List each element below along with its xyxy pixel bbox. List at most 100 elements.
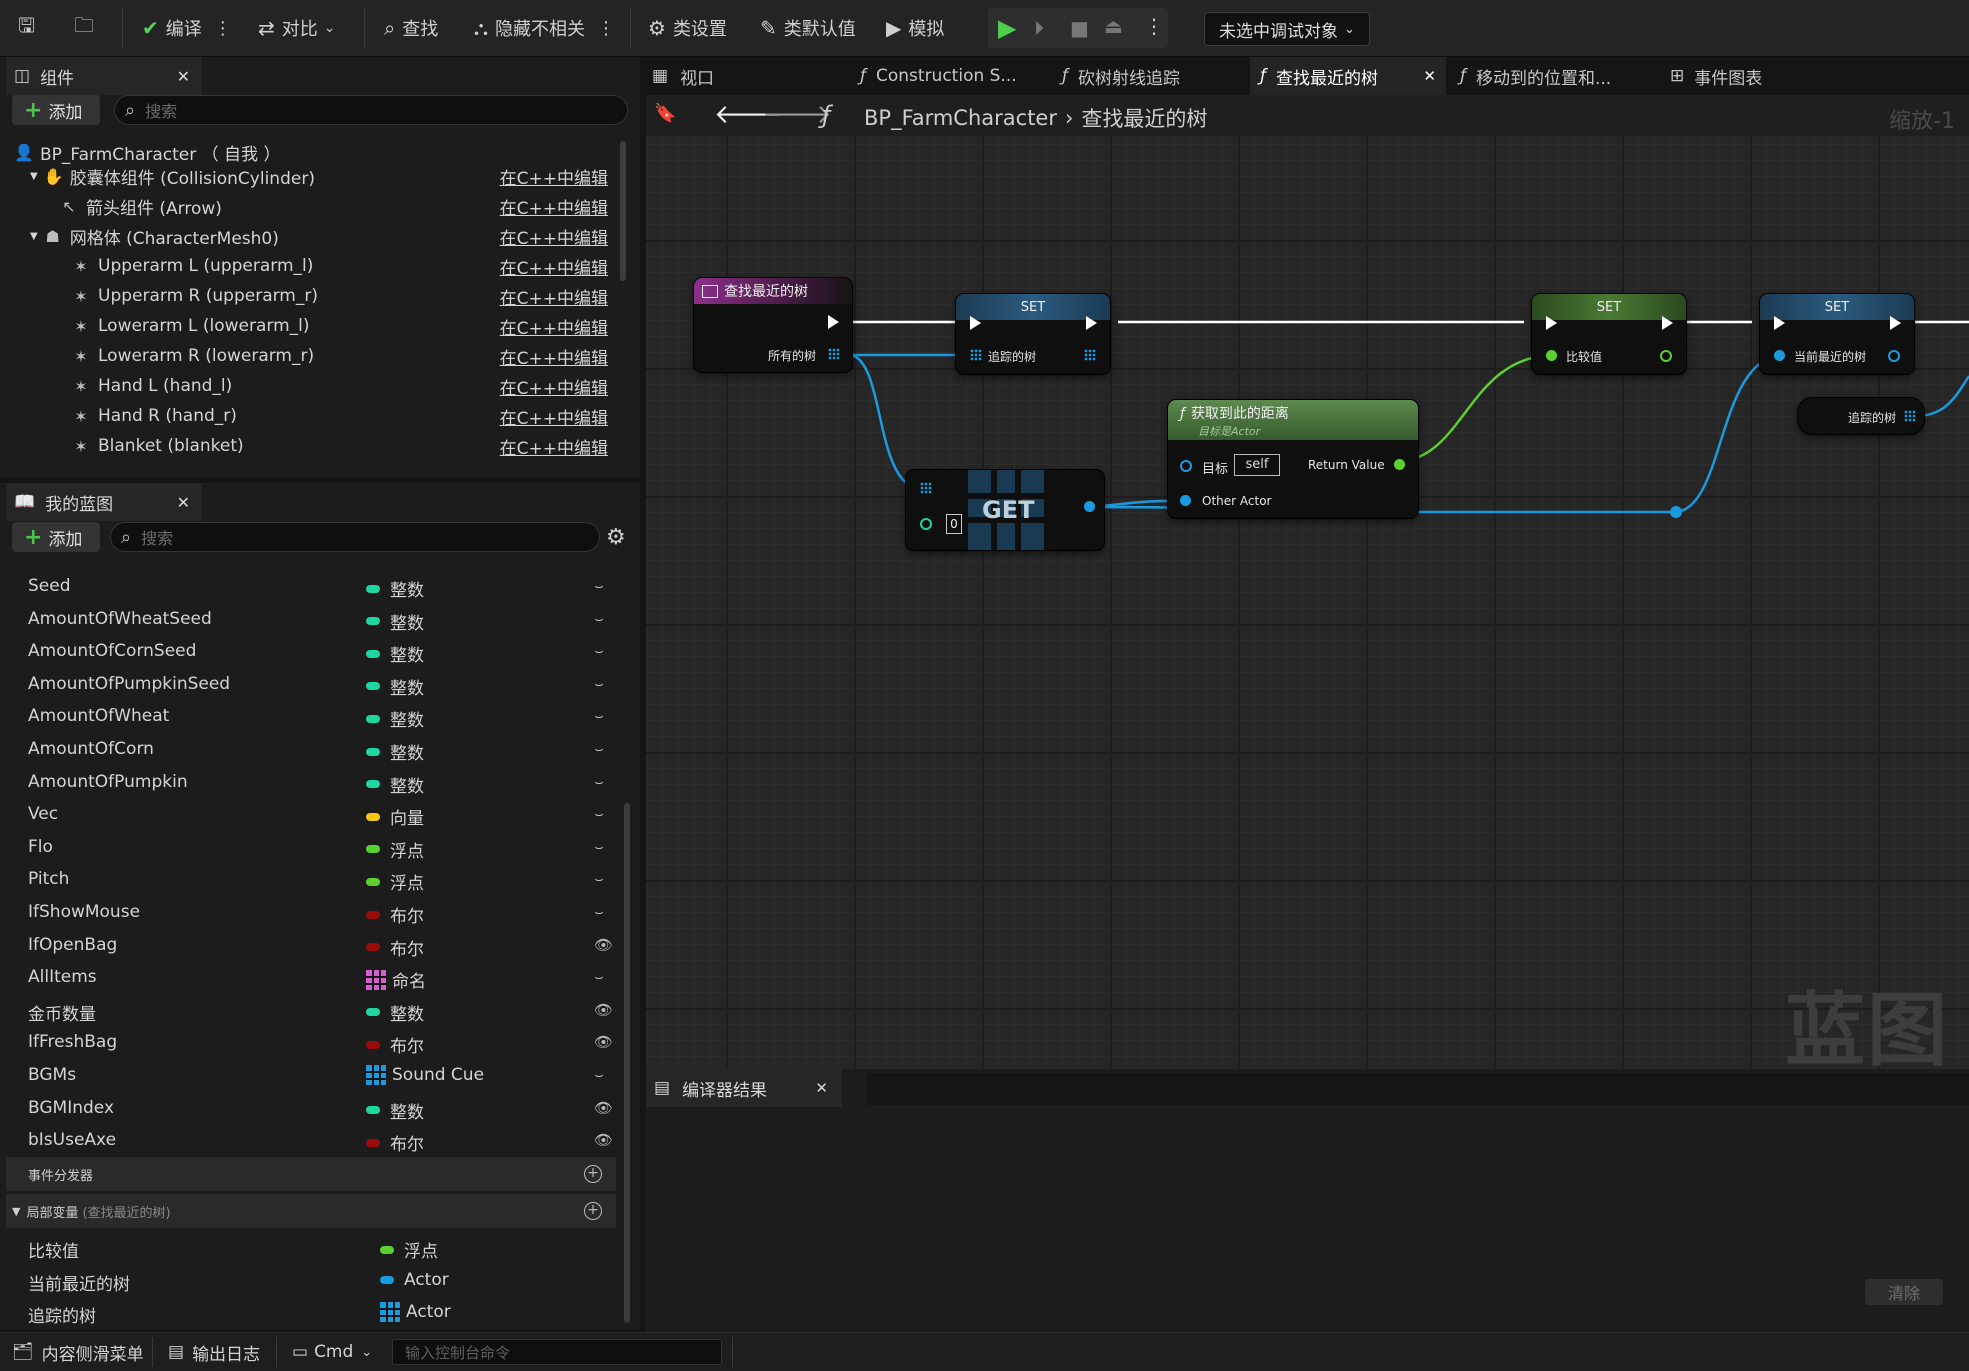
edit-in-cpp-link[interactable]: 在C++中编辑 — [500, 164, 608, 189]
set-node-nearest-tree[interactable]: SET 当前最近的树 — [1760, 294, 1914, 374]
eye-open-icon[interactable]: 👁 — [594, 1033, 613, 1051]
variable-type[interactable]: 布尔 — [366, 935, 424, 960]
local-variable-row[interactable]: 当前最近的树 Actor — [0, 1266, 620, 1296]
variable-type[interactable]: Actor — [380, 1302, 451, 1323]
variable-row[interactable]: IfShowMouse 布尔 ⌣ — [0, 898, 620, 928]
index-input[interactable]: 0 — [946, 514, 962, 534]
set-node-compare-value[interactable]: SET 比较值 — [1532, 294, 1686, 374]
compile-options-icon[interactable]: ⋮ — [214, 18, 232, 39]
variable-row[interactable]: BGMs Sound Cue ⌣ — [0, 1061, 620, 1091]
stop-icon[interactable]: ■ — [1070, 16, 1089, 40]
variable-type[interactable]: 浮点 — [380, 1237, 438, 1262]
float-out-pin[interactable] — [1660, 350, 1672, 362]
class-settings-button[interactable]: ⚙ 类设置 — [648, 10, 727, 46]
save-button[interactable]: 🖫 — [18, 10, 42, 46]
variable-row[interactable]: AmountOfCornSeed 整数 ⌣ — [0, 637, 620, 667]
tab-move-to-location[interactable]: ƒ 移动到的位置和... — [1454, 57, 1654, 95]
edit-in-cpp-link[interactable]: 在C++中编辑 — [500, 284, 608, 309]
target-in-pin[interactable] — [1180, 460, 1192, 472]
add-circle-icon[interactable]: + — [584, 1202, 602, 1220]
add-circle-icon[interactable]: + — [584, 1165, 602, 1183]
variable-row[interactable]: 金币数量 整数 👁 — [0, 996, 620, 1026]
array-in-pin[interactable] — [970, 349, 982, 361]
variable-row[interactable]: IfOpenBag 布尔 👁 — [0, 931, 620, 961]
variable-type[interactable]: 布尔 — [366, 1032, 424, 1057]
breadcrumb-leaf[interactable]: 查找最近的树 — [1081, 103, 1207, 133]
diff-button[interactable]: ⇄ 对比 ⌄ — [258, 10, 336, 46]
variable-row[interactable]: BGMIndex 整数 👁 — [0, 1094, 620, 1124]
variable-type[interactable]: 向量 — [366, 804, 424, 829]
component-tree-item[interactable]: ✶ Upperarm L (upperarm_l) 在C++中编辑 — [72, 251, 608, 281]
simulate-button[interactable]: ▶ 模拟 — [886, 10, 944, 46]
array-out-pin[interactable] — [1084, 349, 1096, 361]
local-variable-row[interactable]: 追踪的树 Actor — [0, 1298, 620, 1328]
component-tree-item[interactable]: ▼ ✋ 胶囊体组件 (CollisionCylinder) 在C++中编辑 — [30, 161, 608, 191]
component-tree-item[interactable]: ✶ Hand R (hand_r) 在C++中编辑 — [72, 401, 608, 431]
reroute-node[interactable] — [1670, 506, 1682, 518]
variable-row[interactable]: Seed 整数 ⌣ — [0, 572, 620, 602]
edit-in-cpp-link[interactable]: 在C++中编辑 — [500, 404, 608, 429]
eye-closed-icon[interactable]: ⌣ — [594, 642, 604, 660]
expand-chevron-icon[interactable]: ▼ — [30, 171, 38, 182]
exec-out-pin[interactable] — [1086, 316, 1097, 330]
content-drawer-button[interactable]: 🗂 内容侧滑菜单 — [12, 1339, 144, 1365]
variable-type[interactable]: 命名 — [366, 967, 426, 992]
edit-in-cpp-link[interactable]: 在C++中编辑 — [500, 224, 608, 249]
play-options-icon[interactable]: ⋮ — [1144, 14, 1164, 38]
tab-viewport[interactable]: ▦ 视口 — [646, 57, 846, 95]
component-tree-item[interactable]: ↖ 箭头组件 (Arrow) 在C++中编辑 — [60, 191, 608, 221]
variable-row[interactable]: AllItems 命名 ⌣ — [0, 963, 620, 993]
variable-type[interactable]: 整数 — [366, 706, 424, 731]
eye-closed-icon[interactable]: ⌣ — [594, 968, 604, 986]
get-distance-to-node[interactable]: ƒ 获取到此的距离 目标是Actor 目标 self Return Value O… — [1168, 400, 1418, 518]
output-log-button[interactable]: ▤ 输出日志 — [168, 1339, 260, 1365]
set-node-traced-trees[interactable]: SET 追踪的树 — [956, 294, 1110, 374]
blueprint-graph-canvas[interactable]: 查找最近的树 所有的树 SET 追踪的树 GET 0 ƒ 获取到此的距离 目标是A… — [646, 136, 1969, 1069]
console-command-input[interactable]: 输入控制台命令 — [392, 1339, 722, 1365]
array-in-pin[interactable] — [920, 482, 932, 494]
tab-chop-trace[interactable]: ƒ 砍树射线追踪 — [1056, 57, 1246, 95]
variable-get-node-traced-trees[interactable]: 追踪的树 — [1798, 398, 1924, 434]
scrollbar[interactable] — [624, 803, 630, 1323]
variable-type[interactable]: 整数 — [366, 772, 424, 797]
eye-closed-icon[interactable]: ⌣ — [594, 870, 604, 888]
components-tab[interactable]: ◫ 组件 ✕ — [6, 57, 202, 95]
item-out-pin[interactable] — [1084, 501, 1095, 512]
float-in-pin[interactable] — [1546, 350, 1557, 361]
eye-open-icon[interactable]: 👁 — [594, 1131, 613, 1149]
variable-type[interactable]: 整数 — [366, 641, 424, 666]
eye-closed-icon[interactable]: ⌣ — [594, 577, 604, 595]
target-self-field[interactable]: self — [1234, 454, 1280, 476]
object-out-pin[interactable] — [1888, 350, 1900, 362]
component-tree-item[interactable]: ▼ ☗ 网格体 (CharacterMesh0) 在C++中编辑 — [30, 221, 608, 251]
variable-row[interactable]: bIsUseAxe 布尔 👁 — [0, 1126, 620, 1156]
array-out-pin[interactable] — [828, 348, 840, 360]
variable-type[interactable]: 整数 — [366, 576, 424, 601]
eye-closed-icon[interactable]: ⌣ — [594, 610, 604, 628]
exec-out-pin[interactable] — [1890, 316, 1901, 330]
gear-icon[interactable]: ⚙ — [606, 525, 626, 550]
more-options-icon[interactable]: ⋮ — [597, 18, 615, 39]
eject-icon[interactable]: ⏏ — [1104, 14, 1123, 38]
eye-closed-icon[interactable]: ⌣ — [594, 903, 604, 921]
tab-event-graph[interactable]: ⊞ 事件图表 — [1664, 57, 1824, 95]
eye-closed-icon[interactable]: ⌣ — [594, 838, 604, 856]
clear-button[interactable]: 清除 — [1865, 1279, 1943, 1305]
variable-type[interactable]: 浮点 — [366, 837, 424, 862]
eye-closed-icon[interactable]: ⌣ — [594, 773, 604, 791]
class-defaults-button[interactable]: ✎ 类默认值 — [760, 10, 856, 46]
bookmark-icon[interactable]: 🔖 — [654, 103, 676, 124]
tab-construction-script[interactable]: ƒ Construction S... — [854, 57, 1054, 95]
array-get-node[interactable]: GET 0 — [906, 470, 1104, 550]
add-member-button[interactable]: + 添加 — [12, 522, 100, 552]
component-tree-item[interactable]: ✶ Lowerarm L (lowerarm_l) 在C++中编辑 — [72, 311, 608, 341]
my-blueprint-search-input[interactable]: ⌕ 搜索 — [110, 522, 600, 552]
eye-closed-icon[interactable]: ⌣ — [594, 740, 604, 758]
eye-closed-icon[interactable]: ⌣ — [594, 675, 604, 693]
compiler-results-tab[interactable]: ▤ 编译器结果 ✕ — [646, 1069, 842, 1107]
exec-in-pin[interactable] — [1774, 316, 1785, 330]
variable-type[interactable]: 布尔 — [366, 902, 424, 927]
component-tree-item[interactable]: ✶ Blanket (blanket) 在C++中编辑 — [72, 431, 608, 461]
eye-open-icon[interactable]: 👁 — [594, 1099, 613, 1117]
add-component-button[interactable]: + 添加 — [12, 95, 100, 125]
